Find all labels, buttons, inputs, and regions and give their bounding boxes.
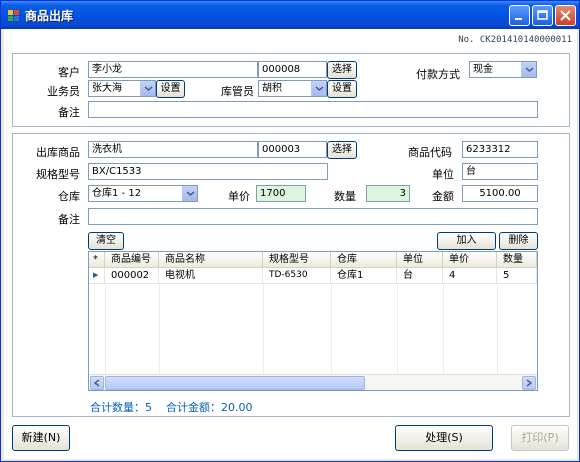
product-label: 出库商品	[36, 146, 80, 159]
grid-divider	[331, 284, 332, 374]
document-number-value: CK201410140000011	[479, 35, 572, 45]
items-grid[interactable]: * 商品编号 商品名称 规格型号 仓库 单位 单价 数量 ▶ 000002 电视…	[88, 251, 538, 391]
customer-code-field[interactable]: 000008	[258, 61, 327, 78]
new-button[interactable]: 新建(N)	[12, 425, 70, 451]
warehouse-select[interactable]: 仓库1 - 12	[88, 185, 198, 202]
detail-remark-field[interactable]	[88, 208, 538, 225]
cell-warehouse: 仓库1	[331, 268, 397, 284]
maximize-icon	[537, 10, 548, 20]
warehouse-value: 仓库1 - 12	[92, 188, 142, 199]
window-title: 商品出库	[25, 9, 74, 23]
warehouse-label: 仓库	[58, 190, 80, 203]
grid-col-qty[interactable]: 数量	[497, 252, 537, 268]
chevron-down-icon[interactable]	[140, 81, 155, 96]
keeper-label: 库管员	[221, 85, 254, 98]
close-icon	[560, 10, 571, 21]
detail-remark-label: 备注	[58, 213, 80, 226]
grid-col-model[interactable]: 规格型号	[263, 252, 331, 268]
remark-field[interactable]	[88, 101, 538, 118]
grid-divider	[397, 284, 398, 374]
chevron-down-icon[interactable]	[521, 62, 536, 77]
title-bar[interactable]: 商品出库	[1, 1, 579, 29]
scroll-left-button[interactable]	[90, 376, 104, 390]
grid-col-name[interactable]: 商品名称	[159, 252, 263, 268]
customer-name-field[interactable]: 李小龙	[88, 61, 258, 78]
customer-label: 客户	[58, 66, 80, 79]
chevron-right-icon	[526, 379, 533, 387]
cell-model: TD-6530	[263, 268, 331, 284]
grid-divider	[159, 284, 160, 374]
grid-divider	[105, 284, 106, 374]
product-select-button[interactable]: 选择	[327, 141, 357, 159]
chevron-left-icon	[93, 379, 100, 387]
keeper-select[interactable]: 胡积	[258, 80, 327, 97]
total-quantity: 合计数量：5	[90, 401, 152, 414]
document-number: No. CK201410140000011	[456, 35, 572, 51]
grid-header: * 商品编号 商品名称 规格型号 仓库 单位 单价 数量	[89, 252, 537, 268]
close-button[interactable]	[555, 5, 576, 26]
salesman-value: 张大海	[92, 83, 122, 94]
grid-divider	[443, 284, 444, 374]
salesman-set-button[interactable]: 设置	[156, 80, 185, 98]
app-icon	[8, 10, 19, 21]
salesman-select[interactable]: 张大海	[88, 80, 156, 97]
product-name-field[interactable]: 洗衣机	[88, 141, 258, 158]
grid-col-warehouse[interactable]: 仓库	[331, 252, 397, 268]
process-button[interactable]: 处理(S)	[395, 425, 493, 451]
document-number-label: No.	[458, 35, 475, 45]
code-field[interactable]: 6233312	[462, 141, 538, 158]
delete-button[interactable]: 删除	[499, 232, 538, 250]
cell-name: 电视机	[159, 268, 263, 284]
model-label: 规格型号	[36, 168, 80, 181]
code-label: 商品代码	[408, 146, 452, 159]
row-marker-icon: ▶	[89, 268, 105, 284]
remark-label: 备注	[58, 106, 80, 119]
maximize-button[interactable]	[532, 5, 553, 26]
total-amount: 合计金额：20.00	[166, 401, 253, 414]
payment-label: 付款方式	[416, 68, 460, 81]
client-area: No. CK201410140000011 客户 李小龙 000008 选择 付…	[4, 29, 577, 459]
grid-col-unit[interactable]: 单位	[397, 252, 443, 268]
model-field[interactable]: BX/C1533	[88, 163, 328, 180]
cell-qty: 5	[497, 268, 537, 284]
scroll-right-button[interactable]	[522, 376, 536, 390]
unit-label: 单位	[432, 168, 454, 181]
qty-label: 数量	[334, 190, 356, 203]
price-label: 单价	[228, 190, 250, 203]
cell-price: 4	[443, 268, 497, 284]
table-row[interactable]: ▶ 000002 电视机 TD-6530 仓库1 台 4 5	[89, 268, 537, 284]
window: 商品出库 No. CK201410140000011 客户 李小龙 000008…	[0, 0, 580, 462]
unit-field[interactable]: 台	[462, 163, 538, 180]
print-button[interactable]: 打印(P)	[511, 425, 569, 451]
payment-select[interactable]: 现金	[469, 61, 537, 78]
keeper-value: 胡积	[262, 83, 282, 94]
amount-label: 金额	[432, 190, 454, 203]
product-no-field[interactable]: 000003	[258, 141, 327, 158]
grid-col-marker[interactable]: *	[89, 252, 105, 268]
grid-divider	[497, 284, 498, 374]
amount-field[interactable]: 5100.00	[462, 185, 538, 202]
grid-col-price[interactable]: 单价	[443, 252, 497, 268]
minimize-icon	[515, 18, 522, 20]
chevron-down-icon[interactable]	[311, 81, 326, 96]
chevron-down-icon	[144, 86, 153, 91]
cell-unit: 台	[397, 268, 443, 284]
salesman-label: 业务员	[47, 85, 80, 98]
cell-no: 000002	[105, 268, 159, 284]
customer-select-button[interactable]: 选择	[327, 61, 357, 79]
minimize-button[interactable]	[509, 5, 530, 26]
chevron-down-icon	[315, 86, 324, 91]
horizontal-scrollbar[interactable]	[89, 374, 537, 390]
add-button[interactable]: 加入	[437, 232, 496, 250]
clear-button[interactable]: 清空	[88, 232, 124, 250]
grid-divider	[263, 284, 264, 374]
keeper-set-button[interactable]: 设置	[327, 80, 357, 98]
chevron-down-icon	[525, 67, 534, 72]
payment-value: 现金	[473, 64, 493, 75]
grid-col-no[interactable]: 商品编号	[105, 252, 159, 268]
scroll-thumb[interactable]	[105, 376, 365, 390]
